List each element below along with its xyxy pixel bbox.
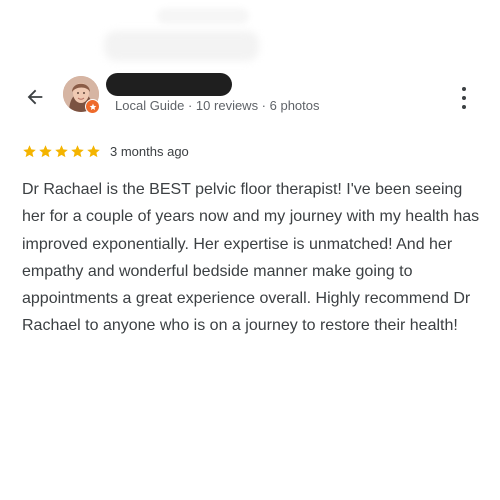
star-icon [55,144,68,157]
blurred-header-element [104,31,259,61]
star-icon [23,144,36,157]
blurred-header-element [157,8,249,24]
review-time: 3 months ago [110,143,189,159]
star-icon [87,144,100,157]
rating-row: 3 months ago [22,142,189,160]
reviewer-meta[interactable]: Local Guide · 10 reviews · 6 photos [115,98,320,113]
more-options-button[interactable] [452,84,476,112]
star-icon [39,144,52,157]
star-rating [22,144,101,159]
reviewer-name-redacted [106,73,232,96]
review-text: Dr Rachael is the BEST pelvic floor ther… [22,181,480,335]
star-icon [71,144,84,157]
arrow-back-icon [27,89,43,105]
review-screen: Local Guide · 10 reviews · 6 photos 3 mo… [0,0,500,500]
back-button[interactable] [20,82,50,112]
local-guide-badge-icon [85,99,100,114]
more-vert-icon [462,87,466,91]
